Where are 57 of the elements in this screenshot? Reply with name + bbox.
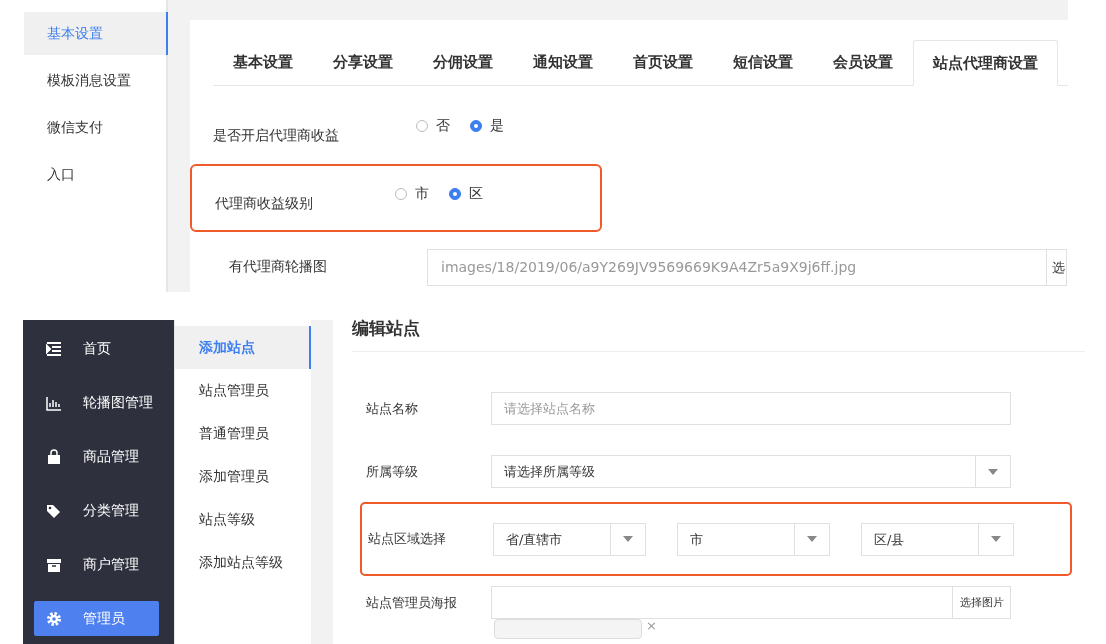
radio-button[interactable] — [395, 188, 407, 200]
select-image-button[interactable]: 选择图片 — [953, 586, 1011, 619]
tab[interactable]: 基本设置 — [213, 40, 313, 85]
field-label: 有代理商轮播图 — [228, 258, 328, 276]
field-label: 站点名称 — [366, 399, 419, 418]
bar-chart-icon — [46, 394, 62, 411]
list-icon — [46, 340, 62, 357]
caret-icon — [991, 536, 1001, 542]
caret-icon — [807, 536, 817, 542]
tab[interactable]: 站点代理商设置 — [913, 40, 1058, 86]
field-label: 站点区域选择 — [368, 530, 447, 548]
sidebar-item[interactable]: 分类管理 — [34, 493, 159, 528]
side-menu-item[interactable]: 基本设置 — [24, 12, 168, 55]
field-label: 是否开启代理商收益 — [213, 126, 340, 145]
sidebar-item[interactable]: 首页 — [34, 331, 159, 366]
radio-label: 是 — [490, 117, 504, 135]
select-field[interactable]: 请选择所属等级 — [491, 455, 1011, 488]
image-path-field[interactable] — [491, 586, 953, 619]
tag-icon — [46, 502, 62, 519]
field-label: 站点管理员海报 — [366, 593, 458, 612]
archive-box-icon — [46, 556, 62, 573]
bag-icon — [46, 448, 62, 465]
radio-label: 否 — [436, 117, 450, 135]
radio-button[interactable] — [416, 120, 428, 132]
tab[interactable]: 短信设置 — [713, 40, 813, 85]
select-field[interactable]: 区/县 — [861, 522, 1014, 556]
submenu-item[interactable]: 添加站点等级 — [175, 541, 311, 584]
sidebar-item[interactable]: 商户管理 — [34, 547, 159, 582]
side-menu-item[interactable]: 模板消息设置 — [24, 59, 166, 102]
submenu-item[interactable]: 普通管理员 — [175, 412, 311, 455]
field-label: 代理商收益级别 — [215, 194, 314, 213]
select-field[interactable]: 市 — [677, 522, 830, 556]
text-input-field[interactable]: 请选择站点名称 — [491, 392, 1011, 425]
tab[interactable]: 首页设置 — [613, 40, 713, 85]
submenu-item[interactable]: 站点管理员 — [175, 369, 311, 412]
submenu-item[interactable]: 添加管理员 — [175, 455, 311, 498]
tab[interactable]: 会员设置 — [813, 40, 913, 85]
submenu-item[interactable]: 站点等级 — [175, 498, 311, 541]
select-field[interactable]: 省/直辖市 — [493, 522, 646, 556]
select-button[interactable]: 选 — [1047, 248, 1067, 286]
radio-label: 区 — [469, 185, 483, 203]
sidebar-item[interactable]: 管理员 — [34, 601, 159, 636]
field-label: 所属等级 — [366, 462, 419, 481]
caret-icon — [623, 536, 633, 542]
radio-label: 市 — [415, 185, 429, 203]
caret-icon — [988, 468, 998, 475]
radio-button[interactable] — [470, 120, 482, 132]
page-title: 编辑站点 — [352, 320, 1085, 352]
tab[interactable]: 分佣设置 — [413, 40, 513, 85]
sidebar-item[interactable]: 轮播图管理 — [34, 385, 159, 420]
radio-button[interactable] — [449, 188, 461, 200]
sidebar-item[interactable]: 商品管理 — [34, 439, 159, 474]
tab[interactable]: 分享设置 — [313, 40, 413, 85]
tab[interactable]: 通知设置 — [513, 40, 613, 85]
side-menu-item[interactable]: 入口 — [24, 153, 166, 196]
side-menu-item[interactable]: 微信支付 — [24, 106, 166, 149]
settings-icon — [46, 610, 62, 627]
